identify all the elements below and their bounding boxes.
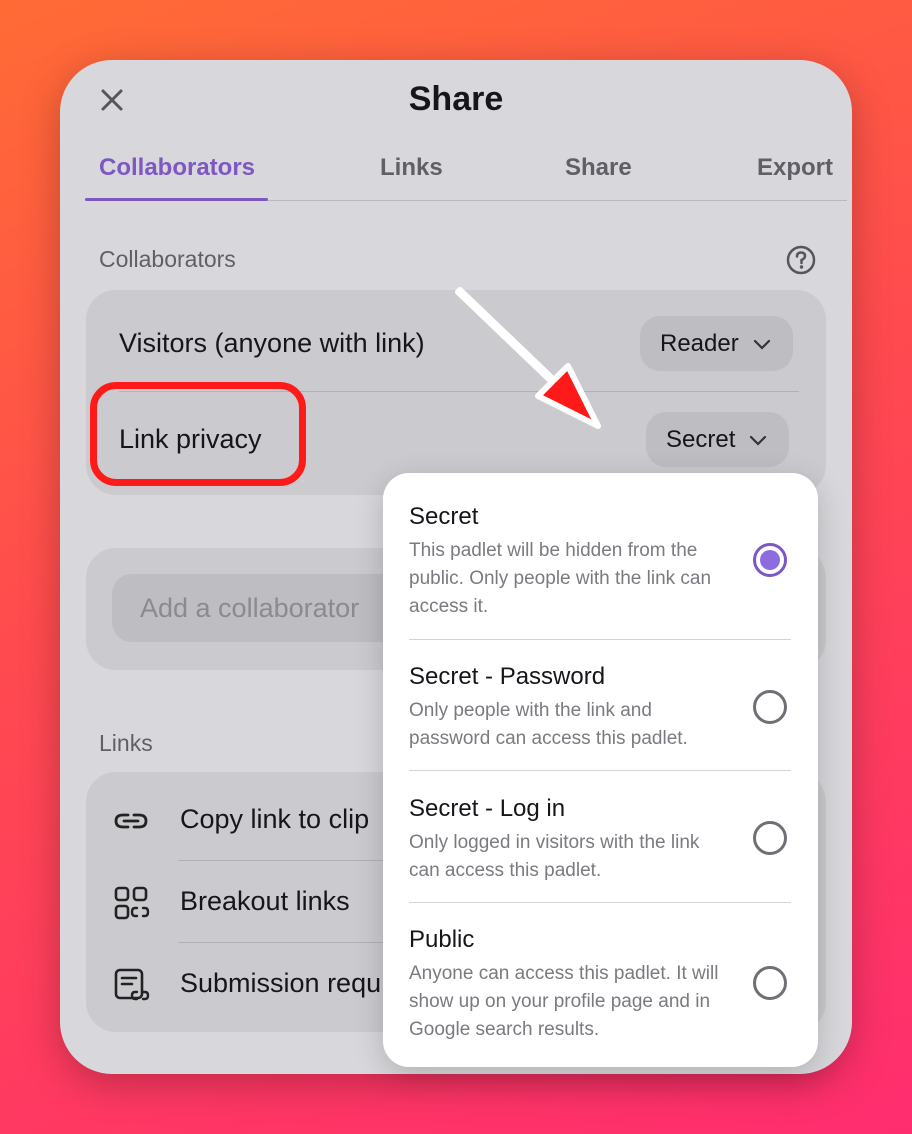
red-arrow-annotation bbox=[455, 287, 601, 429]
chevron-down-icon bbox=[750, 435, 767, 446]
radio-selected[interactable] bbox=[753, 543, 787, 577]
visitors-label: Visitors (anyone with link) bbox=[119, 328, 425, 358]
option-description: Only logged in visitors with the link ca… bbox=[409, 832, 700, 881]
visitors-role-value: Reader bbox=[660, 329, 739, 357]
link-privacy-menu: Secret This padlet will be hidden from t… bbox=[383, 473, 818, 1067]
tab-export[interactable]: Export bbox=[757, 154, 833, 182]
privacy-option-public[interactable]: Public Anyone can access this padlet. It… bbox=[409, 926, 791, 1040]
links-section-label: Links bbox=[99, 730, 153, 756]
collaborators-section-label: Collaborators bbox=[99, 246, 236, 272]
privacy-option-secret-login[interactable]: Secret - Log in Only logged in visitors … bbox=[409, 795, 791, 881]
tab-share[interactable]: Share bbox=[565, 154, 632, 182]
breakout-links-label: Breakout links bbox=[180, 886, 350, 916]
option-title: Secret - Log in bbox=[409, 795, 566, 822]
link-privacy-value: Secret bbox=[666, 425, 736, 453]
option-title: Secret bbox=[409, 503, 479, 530]
option-title: Public bbox=[409, 926, 475, 953]
tab-links[interactable]: Links bbox=[380, 154, 443, 182]
copy-link-label: Copy link to clip bbox=[180, 804, 370, 834]
breakout-links-icon bbox=[114, 886, 150, 920]
visitors-role-dropdown[interactable]: Reader bbox=[640, 316, 793, 371]
tab-bar: Collaborators Links Share Export bbox=[85, 148, 847, 201]
privacy-option-secret-password[interactable]: Secret - Password Only people with the l… bbox=[409, 663, 791, 749]
dialog-title: Share bbox=[408, 80, 504, 118]
link-privacy-dropdown[interactable]: Secret bbox=[646, 412, 790, 467]
option-description: This padlet will be hidden from the publ… bbox=[409, 540, 712, 617]
option-description: Anyone can access this padlet. It will s… bbox=[409, 963, 719, 1040]
option-divider bbox=[409, 902, 791, 903]
chevron-down-icon bbox=[753, 339, 770, 350]
option-title: Secret - Password bbox=[409, 663, 606, 690]
tab-collaborators[interactable]: Collaborators bbox=[99, 154, 255, 182]
highlight-annotation-box bbox=[90, 382, 306, 486]
radio-unselected[interactable] bbox=[753, 966, 787, 1000]
help-icon[interactable] bbox=[786, 245, 816, 275]
submission-request-label: Submission requ bbox=[180, 968, 382, 998]
privacy-option-secret[interactable]: Secret This padlet will be hidden from t… bbox=[409, 503, 791, 617]
submission-request-icon bbox=[114, 968, 150, 1001]
radio-unselected[interactable] bbox=[753, 821, 787, 855]
option-divider bbox=[409, 639, 791, 640]
radio-unselected[interactable] bbox=[753, 690, 787, 724]
option-description: Only people with the link and password c… bbox=[409, 700, 688, 749]
active-tab-indicator bbox=[85, 198, 268, 201]
option-divider bbox=[409, 770, 791, 771]
link-icon bbox=[114, 813, 148, 829]
